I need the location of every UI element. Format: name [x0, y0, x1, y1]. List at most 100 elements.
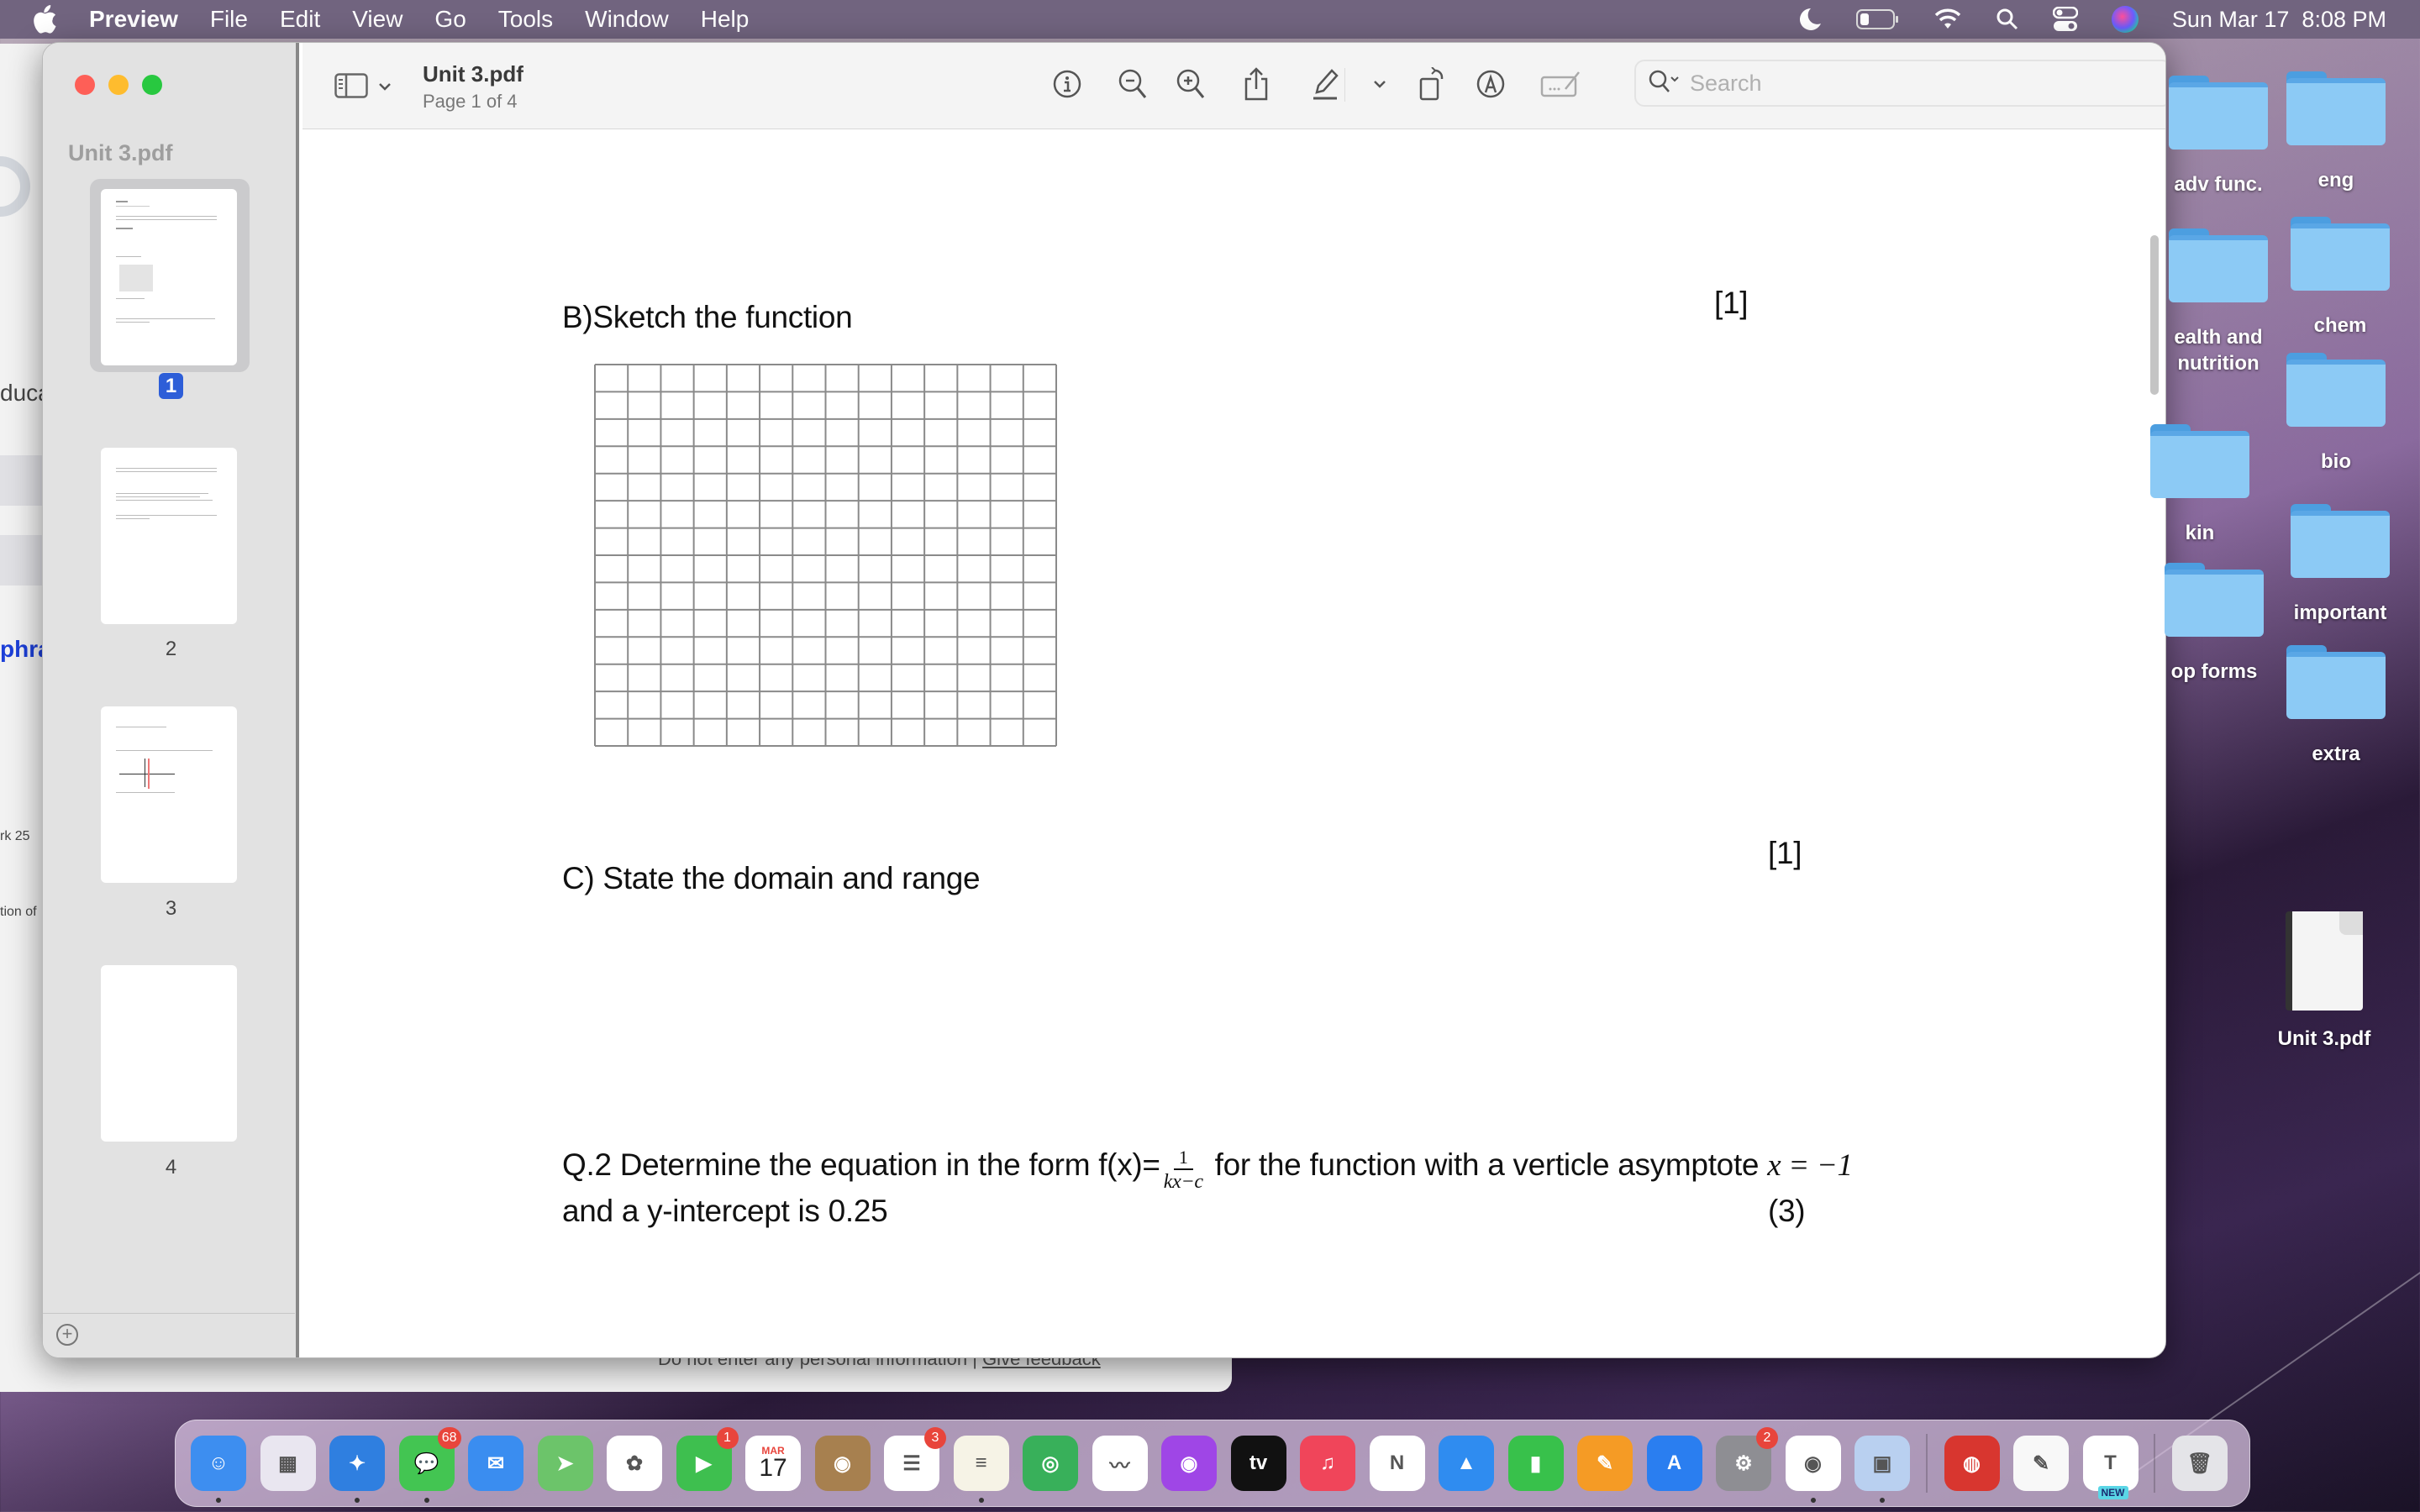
document-title[interactable]: Unit 3.pdf: [423, 61, 523, 87]
apple-menu-icon[interactable]: [32, 5, 62, 34]
dock-app-maps[interactable]: ➤: [537, 1436, 593, 1491]
dock-app-find-my[interactable]: ◎: [1023, 1436, 1078, 1491]
dock-app-contacts[interactable]: ◉: [814, 1436, 871, 1491]
dock-app-mail[interactable]: ✉: [468, 1436, 523, 1491]
fullscreen-button[interactable]: [142, 75, 162, 95]
chevron-down-icon: [1373, 78, 1386, 93]
dock-app-trash[interactable]: 🗑: [2172, 1436, 2228, 1491]
spotlight-search-icon[interactable]: [1996, 8, 2019, 31]
dock-app-safari[interactable]: ✦: [329, 1436, 385, 1503]
part-c-marks: [1]: [1768, 836, 1802, 870]
running-indicator: [355, 1498, 360, 1503]
markup-button[interactable]: [1307, 66, 1344, 105]
dock-app-preview[interactable]: ▣: [1854, 1436, 1910, 1503]
dock-app-calendar[interactable]: MAR 17: [745, 1436, 801, 1491]
zoom-in-button[interactable]: [1172, 66, 1209, 105]
share-button[interactable]: [1238, 66, 1275, 105]
dock-app-facetime[interactable]: ▶ 1: [676, 1427, 739, 1491]
page-number-4[interactable]: 4: [43, 1156, 299, 1179]
rotate-button[interactable]: [1413, 66, 1450, 105]
q2-line-1: Q.2 Determine the equation in the form f…: [562, 1145, 1853, 1193]
desktop-folder[interactable]: chem: [2273, 217, 2407, 339]
menu-window[interactable]: Window: [585, 6, 669, 33]
siri-icon[interactable]: [2111, 6, 2139, 33]
dock-app-freeform[interactable]: 〰: [1092, 1436, 1148, 1491]
dock-app-tv[interactable]: tv: [1230, 1436, 1286, 1491]
menu-edit[interactable]: Edit: [280, 6, 320, 33]
q2-suffix: for the function with a verticle asympto…: [1206, 1147, 1768, 1182]
desktop-file[interactable]: Unit 3.pdf: [2257, 911, 2391, 1052]
dock-app-music[interactable]: ♫: [1300, 1436, 1355, 1491]
menu-tools[interactable]: Tools: [498, 6, 553, 33]
menu-file[interactable]: File: [210, 6, 248, 33]
page-thumbnail-image: [101, 448, 237, 624]
page-thumbnail-3[interactable]: [90, 696, 250, 890]
menu-help[interactable]: Help: [701, 6, 750, 33]
dock-app-launchpad[interactable]: ▦: [260, 1436, 316, 1491]
form-fill-button[interactable]: [1538, 66, 1585, 105]
page-number-1[interactable]: 1: [43, 373, 299, 399]
dock-app-news[interactable]: N: [1369, 1436, 1425, 1491]
dock-app-app-store[interactable]: A: [1646, 1436, 1702, 1491]
minimize-button[interactable]: [108, 75, 129, 95]
dock-app-numbers[interactable]: ▮: [1507, 1436, 1564, 1491]
page-thumbnail-1[interactable]: [90, 179, 250, 372]
q2-fraction-denominator: kx−c: [1163, 1171, 1203, 1193]
dock-app-textedit[interactable]: ✎: [2013, 1436, 2069, 1491]
close-button[interactable]: [75, 75, 95, 95]
document-view[interactable]: B)Sketch the function [1] C) State the d…: [302, 130, 2165, 1357]
dock-app-pages[interactable]: ✎: [1577, 1436, 1633, 1491]
menu-go[interactable]: Go: [434, 6, 466, 33]
dock-app-system-settings[interactable]: ⚙ 2: [1716, 1427, 1778, 1491]
search-input[interactable]: [1690, 70, 2160, 97]
menu-view[interactable]: View: [352, 6, 402, 33]
markup-options-button[interactable]: [1361, 66, 1398, 105]
pages-icon: ✎: [1596, 1452, 1614, 1475]
page-number-2[interactable]: 2: [43, 638, 299, 661]
dock-app-messages[interactable]: 💬 68: [398, 1427, 461, 1503]
dock-app-photo-booth[interactable]: ◍: [1944, 1436, 2000, 1491]
page-number-3[interactable]: 3: [43, 897, 299, 921]
q2-line-2: and a y-intercept is 0.25: [562, 1194, 888, 1228]
desktop-folder[interactable]: adv func.: [2151, 76, 2286, 197]
dock-app-microsoft-teams[interactable]: T NEW: [2082, 1436, 2139, 1499]
share-icon: [1243, 66, 1270, 105]
menu-app-preview[interactable]: Preview: [89, 6, 178, 33]
desktop-folder[interactable]: eng: [2269, 71, 2403, 193]
zoom-out-button[interactable]: [1114, 66, 1151, 105]
dock-app-photos[interactable]: ✿: [607, 1436, 662, 1491]
sidebar-divider: [43, 1313, 295, 1314]
menubar-datetime[interactable]: Sun Mar 17 8:08 PM: [2172, 7, 2386, 33]
search-field[interactable]: [1634, 60, 2165, 107]
part-c-prompt: C) State the domain and range: [562, 861, 981, 895]
desktop-icon-label: op forms: [2170, 660, 2258, 683]
info-button[interactable]: [1049, 66, 1086, 105]
tv-icon: tv: [1249, 1452, 1268, 1474]
sidebar-toggle-button[interactable]: [334, 73, 392, 102]
page-thumbnail-4[interactable]: [90, 955, 250, 1148]
dock-app-finder[interactable]: ☺: [191, 1436, 246, 1503]
dock-app-chrome[interactable]: ◉: [1785, 1436, 1841, 1503]
desktop-folder[interactable]: kin: [2133, 424, 2267, 546]
wifi-icon[interactable]: [1933, 8, 1962, 30]
keynote-icon: ▲: [1456, 1452, 1476, 1474]
control-center-icon[interactable]: [2052, 7, 2078, 32]
q2-fraction-numerator: 1: [1173, 1148, 1193, 1170]
desktop-folder[interactable]: ealth and nutrition: [2151, 228, 2286, 376]
dock-app-keynote[interactable]: ▲: [1439, 1436, 1494, 1491]
desktop-icon-label: ealth and nutrition: [2174, 326, 2263, 375]
dock-app-notes[interactable]: ≡: [953, 1436, 1009, 1503]
annotate-button[interactable]: [1472, 66, 1509, 105]
battery-icon[interactable]: [1855, 8, 1900, 30]
dock-app-podcasts[interactable]: ◉: [1161, 1436, 1217, 1491]
focus-moon-icon[interactable]: [1799, 7, 1823, 32]
add-page-button[interactable]: +: [56, 1324, 78, 1346]
page-thumbnail-2[interactable]: [90, 438, 250, 631]
desktop-folder[interactable]: important: [2273, 504, 2407, 626]
desktop-folder[interactable]: op forms: [2147, 563, 2281, 685]
desktop-folder[interactable]: bio: [2269, 353, 2403, 475]
q2-asymptote-math: x = −1: [1767, 1147, 1853, 1183]
dock-app-reminders[interactable]: ☰ 3: [884, 1427, 946, 1491]
desktop-folder[interactable]: extra: [2269, 645, 2403, 767]
markup-pen-icon: [1310, 67, 1340, 105]
